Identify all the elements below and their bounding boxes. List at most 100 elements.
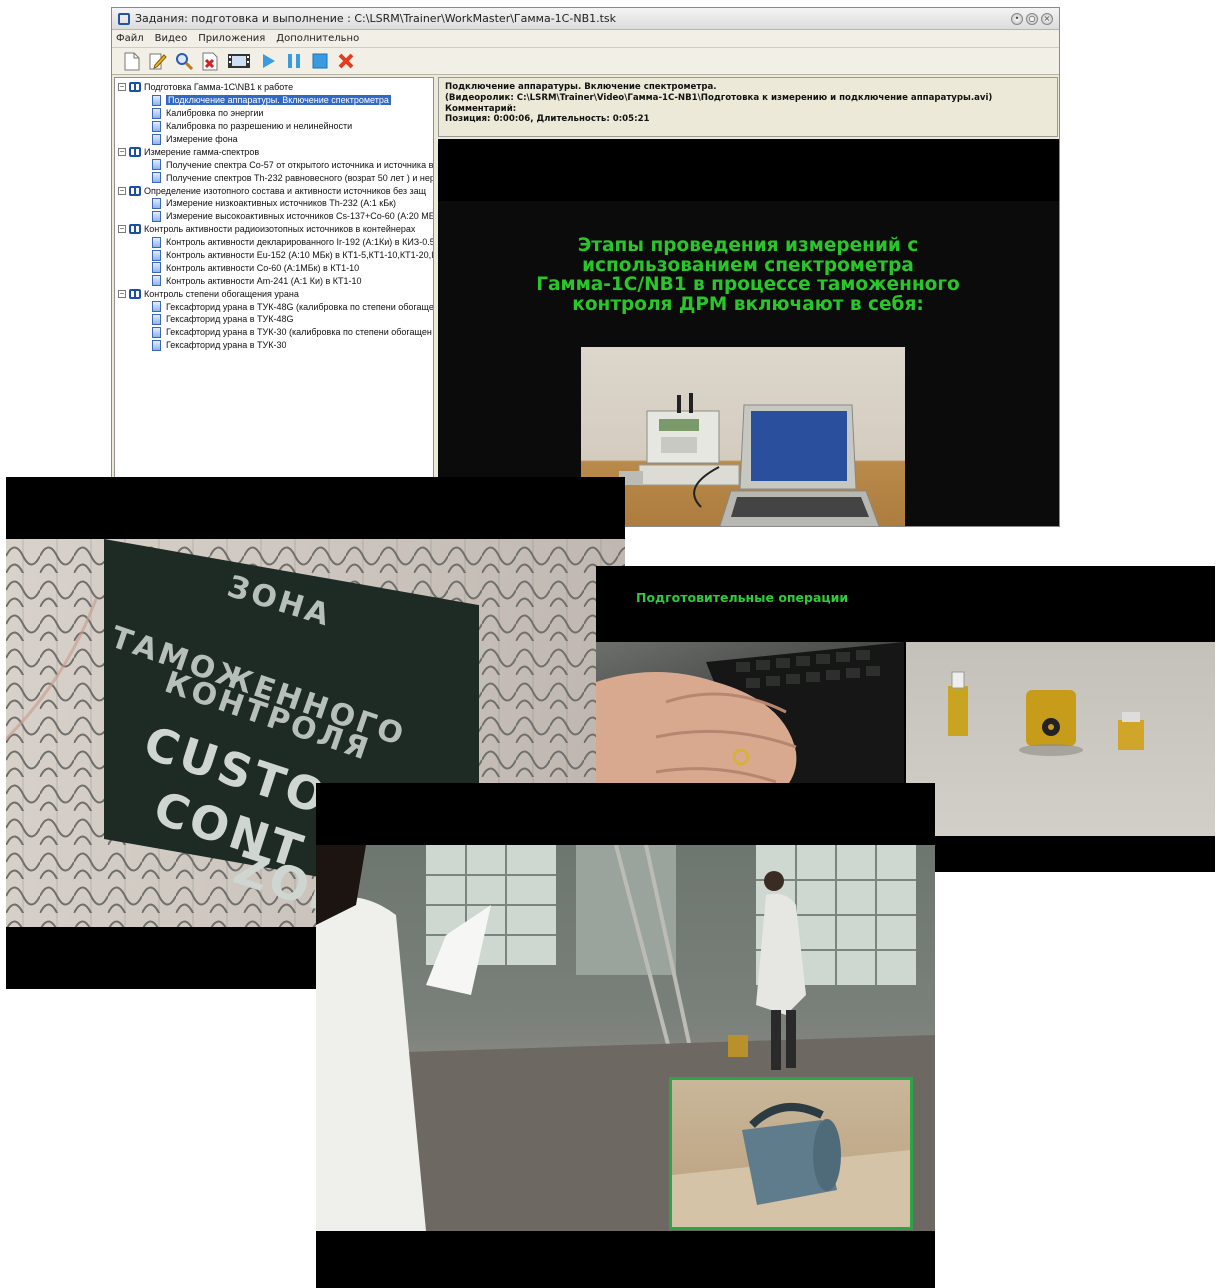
pause-icon[interactable]: [284, 51, 304, 71]
tree-item-label: Контроль степени обогащения урана: [144, 288, 299, 299]
tree-item[interactable]: Калибровка по разрешению и нелинейности: [115, 120, 433, 133]
document-icon: [152, 249, 161, 261]
document-icon: [152, 339, 161, 351]
tree-item-label: Гексафторид урана в ТУК-30 (калибровка п…: [166, 327, 432, 338]
edit-icon[interactable]: [148, 51, 168, 71]
tree-item-label: Подготовка Гамма-1С\NB1 к работе: [144, 82, 294, 93]
tree-item-label: Гексафторид урана в ТУК-48G (калибровка …: [166, 301, 433, 312]
tree-item-label: Измерение низкоактивных источников Th-23…: [166, 198, 397, 209]
tree-item[interactable]: Получение спектров Th-232 равновесного (…: [115, 171, 433, 184]
book-icon: [129, 224, 141, 235]
tree-item[interactable]: Гексафторид урана в ТУК-30: [115, 339, 433, 352]
collapse-icon[interactable]: −: [118, 289, 126, 298]
new-icon[interactable]: [122, 51, 142, 71]
tree-item-label: Гексафторид урана в ТУК-30: [166, 340, 287, 351]
video-title-text: Этапы проведения измерений с использован…: [478, 236, 1018, 314]
collapse-icon[interactable]: −: [118, 83, 126, 92]
document-icon: [152, 172, 161, 184]
stop-icon[interactable]: [310, 51, 330, 71]
tree-item[interactable]: Контроль активности Eu-152 (A:10 МБк) в …: [115, 249, 433, 262]
tree-item[interactable]: Подключение аппаратуры. Включение спектр…: [115, 94, 433, 107]
document-icon: [152, 159, 161, 171]
tree-item[interactable]: Контроль активности декларированного Ir-…: [115, 236, 433, 249]
tree-item-label: Контроль активности Co-60 (A:1МБк) в КТ1…: [166, 262, 360, 273]
document-icon: [152, 301, 161, 313]
title-bar: Задания: подготовка и выполнение : C:\LS…: [112, 8, 1059, 30]
document-icon: [152, 210, 161, 222]
document-icon: [152, 120, 161, 132]
position-duration: Позиция: 0:00:06, Длительность: 0:05:21: [445, 114, 650, 125]
document-icon: [152, 107, 161, 119]
tree-item[interactable]: Измерение фона: [115, 133, 433, 146]
tree-item-label: Контроль активности Eu-152 (A:10 МБк) в …: [166, 250, 433, 261]
play-icon[interactable]: [258, 51, 278, 71]
tree-group[interactable]: − Определение изотопного состава и активн…: [115, 184, 433, 197]
video-player[interactable]: Этапы проведения измерений с использован…: [438, 139, 1059, 526]
video-title-line: Гамма-1С/NB1 в процессе таможенного: [536, 274, 960, 295]
book-icon: [129, 146, 141, 157]
container-inset: [669, 1077, 913, 1230]
tree-item[interactable]: Калибровка по энергии: [115, 107, 433, 120]
tree-item[interactable]: Гексафторид урана в ТУК-48G (калибровка …: [115, 300, 433, 313]
menu-video[interactable]: Видео: [155, 33, 188, 44]
search-icon[interactable]: [174, 51, 194, 71]
document-icon: [152, 313, 161, 325]
tree-item-label: Контроль активности радиоизотопных источ…: [144, 224, 416, 235]
film-icon[interactable]: [226, 51, 252, 71]
tree-item[interactable]: Гексафторид урана в ТУК-48G: [115, 313, 433, 326]
tree-group[interactable]: − Подготовка Гамма-1С\NB1 к работе: [115, 81, 433, 94]
tree-item[interactable]: Гексафторид урана в ТУК-30 (калибровка п…: [115, 326, 433, 339]
tree-item[interactable]: Контроль активности Am-241 (A:1 Ки) в КТ…: [115, 274, 433, 287]
close-red-icon[interactable]: [336, 51, 356, 71]
menu-file[interactable]: Файл: [116, 33, 144, 44]
tree-item-label: Определение изотопного состава и активно…: [144, 185, 427, 196]
tree-item-label: Измерение фона: [166, 134, 238, 144]
window-title: Задания: подготовка и выполнение : C:\LS…: [135, 12, 617, 25]
tree-item-label: Калибровка по энергии: [166, 108, 264, 119]
video-path: (Видеоролик: C:\LSRM\Trainer\Video\Гамма…: [445, 92, 993, 103]
document-icon: [152, 133, 161, 145]
tree-item-label: Калибровка по разрешению и нелинейности: [166, 121, 353, 132]
tree-group[interactable]: − Контроль степени обогащения урана: [115, 287, 433, 300]
tree-item[interactable]: Измерение высокоактивных источников Cs-1…: [115, 210, 433, 223]
book-icon: [129, 288, 141, 299]
tree-item[interactable]: Измерение низкоактивных источников Th-23…: [115, 197, 433, 210]
task-tree[interactable]: − Подготовка Гамма-1С\NB1 к работе Подключ…: [114, 77, 434, 526]
tree-item-label: Получение спектров Th-232 равновесного (…: [166, 172, 433, 183]
document-icon: [152, 197, 161, 209]
app-book-icon: [118, 12, 130, 25]
tree-item-label: Измерение гамма-спектров: [144, 146, 260, 157]
tree-group[interactable]: − Измерение гамма-спектров: [115, 145, 433, 158]
tree-item-label: Измерение высокоактивных источников Cs-1…: [166, 211, 433, 222]
collapse-icon[interactable]: −: [118, 147, 126, 156]
tree-item[interactable]: Получение спектра Co-57 от открытого ист…: [115, 158, 433, 171]
video-title-line: контроля ДРМ включают в себя:: [572, 293, 924, 315]
book-icon: [129, 82, 141, 93]
close-icon[interactable]: ×: [1041, 12, 1053, 25]
minimize-icon[interactable]: •: [1011, 12, 1023, 25]
tree-group[interactable]: − Контроль активности радиоизотопных исто…: [115, 223, 433, 236]
radioactive-sources-photo: [906, 642, 1215, 836]
video-title-line: Этапы проведения измерений с: [577, 235, 919, 256]
delete-doc-icon[interactable]: [200, 51, 220, 71]
comment-label: Комментарий:: [445, 103, 517, 114]
book-icon: [129, 185, 141, 196]
lab-scene: [316, 845, 935, 1231]
menu-apps[interactable]: Приложения: [198, 33, 265, 44]
collapse-icon[interactable]: −: [118, 186, 126, 195]
document-icon: [152, 275, 161, 287]
app-window: Задания: подготовка и выполнение : C:\LS…: [111, 7, 1060, 527]
collapse-icon[interactable]: −: [118, 225, 126, 234]
tree-item-label: Получение спектра Co-57 от открытого ист…: [166, 159, 433, 170]
video-title-line: использованием спектрометра: [582, 254, 914, 276]
tree-item[interactable]: Контроль активности Co-60 (A:1МБк) в КТ1…: [115, 261, 433, 274]
tree-item-label: Гексафторид урана в ТУК-48G: [166, 314, 294, 325]
spectrometer-photo: [581, 347, 905, 526]
maximize-icon[interactable]: ○: [1026, 12, 1038, 25]
document-icon: [152, 326, 161, 338]
task-info-panel: Подключение аппаратуры. Включение спектр…: [438, 77, 1058, 137]
prep-caption: Подготовительные операции: [636, 590, 849, 605]
tree-item-label: Контроль активности Am-241 (A:1 Ки) в КТ…: [166, 275, 362, 286]
tree-item-label: Контроль активности декларированного Ir-…: [166, 237, 433, 248]
menu-extra[interactable]: Дополнительно: [276, 33, 359, 44]
